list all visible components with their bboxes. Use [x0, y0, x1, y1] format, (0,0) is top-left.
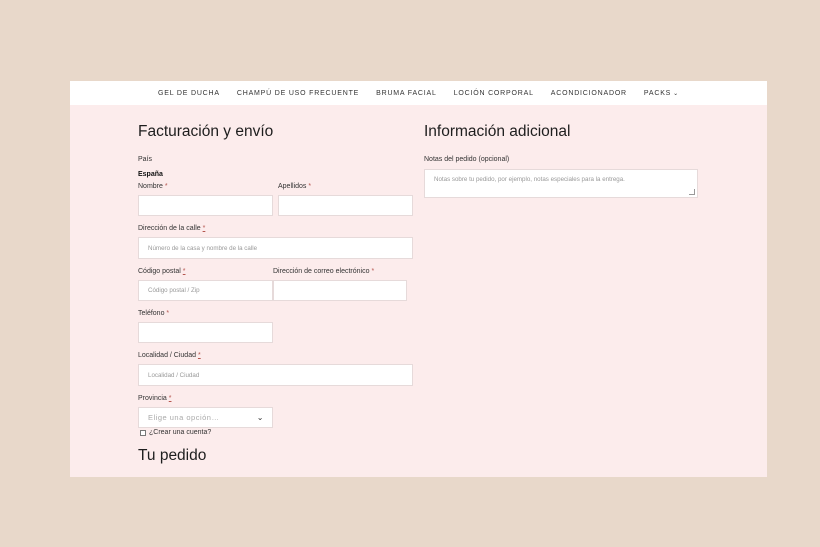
resize-handle-icon[interactable] — [689, 189, 695, 195]
email-label: Dirección de correo electrónico * — [273, 268, 374, 275]
create-account-label[interactable]: ¿Crear una cuenta? — [149, 429, 211, 436]
order-notes-textarea[interactable]: Notas sobre tu pedido, por ejemplo, nota… — [424, 169, 698, 198]
required-mark: * — [166, 310, 170, 317]
last-name-label-text: Apellidos — [278, 183, 307, 190]
order-notes-placeholder: Notas sobre tu pedido, por ejemplo, nota… — [434, 176, 625, 183]
required-mark: * — [197, 352, 201, 359]
nav-item-bruma-facial[interactable]: BRUMA FACIAL — [376, 90, 437, 97]
street-field[interactable]: Número de la casa y nombre de la calle — [138, 237, 413, 259]
required-mark: * — [164, 183, 168, 190]
required-mark: * — [168, 395, 172, 402]
street-placeholder: Número de la casa y nombre de la calle — [148, 244, 258, 252]
city-field[interactable]: Localidad / Ciudad — [138, 364, 413, 386]
postcode-label-text: Código postal — [138, 268, 181, 275]
phone-field[interactable] — [138, 322, 273, 343]
additional-info-title: Información adicional — [424, 123, 571, 140]
order-title: Tu pedido — [138, 447, 207, 464]
required-mark: * — [202, 225, 206, 232]
first-name-label: Nombre * — [138, 183, 168, 190]
province-label: Provincia * — [138, 395, 171, 402]
city-label-text: Localidad / Ciudad — [138, 352, 196, 359]
create-account-checkbox[interactable] — [140, 430, 146, 436]
province-placeholder: Elige una opción… — [148, 413, 220, 422]
chevron-down-icon: ⌄ — [673, 90, 679, 97]
first-name-field[interactable] — [138, 195, 273, 216]
street-label-text: Dirección de la calle — [138, 225, 201, 232]
street-label: Dirección de la calle * — [138, 225, 205, 232]
email-label-text: Dirección de correo electrónico — [273, 268, 370, 275]
nav-item-packs[interactable]: PACKS ⌄ — [644, 90, 679, 97]
nav-item-gel-de-ducha[interactable]: GEL DE DUCHA — [158, 90, 220, 97]
province-select[interactable]: Elige una opción… ⌄ — [138, 407, 273, 428]
phone-label-text: Teléfono — [138, 310, 165, 317]
country-value: España — [138, 171, 163, 178]
province-label-text: Provincia — [138, 395, 167, 402]
nav-item-locion-corporal[interactable]: LOCIÓN CORPORAL — [454, 90, 534, 97]
top-nav: GEL DE DUCHA CHAMPÚ DE USO FRECUENTE BRU… — [70, 81, 767, 105]
chevron-down-icon: ⌄ — [256, 413, 264, 422]
email-field[interactable] — [273, 280, 407, 301]
last-name-label: Apellidos * — [278, 183, 311, 190]
city-placeholder: Localidad / Ciudad — [148, 371, 200, 379]
postcode-label: Código postal * — [138, 268, 186, 275]
city-label: Localidad / Ciudad * — [138, 352, 201, 359]
country-label: País — [138, 156, 153, 163]
order-notes-label: Notas del pedido (opcional) — [424, 156, 510, 163]
nav-item-acondicionador[interactable]: ACONDICIONADOR — [551, 90, 627, 97]
billing-title: Facturación y envío — [138, 123, 274, 140]
required-mark: * — [308, 183, 312, 190]
nav-item-champu[interactable]: CHAMPÚ DE USO FRECUENTE — [237, 90, 359, 97]
first-name-label-text: Nombre — [138, 183, 163, 190]
required-mark: * — [371, 268, 375, 275]
last-name-field[interactable] — [278, 195, 413, 216]
postcode-placeholder: Código postal / Zip — [148, 287, 200, 294]
page-frame: GEL DE DUCHA CHAMPÚ DE USO FRECUENTE BRU… — [70, 81, 767, 477]
required-mark: * — [182, 268, 186, 275]
nav-item-packs-label: PACKS — [643, 89, 672, 97]
phone-label: Teléfono * — [138, 310, 169, 317]
postcode-field[interactable]: Código postal / Zip — [138, 280, 273, 301]
